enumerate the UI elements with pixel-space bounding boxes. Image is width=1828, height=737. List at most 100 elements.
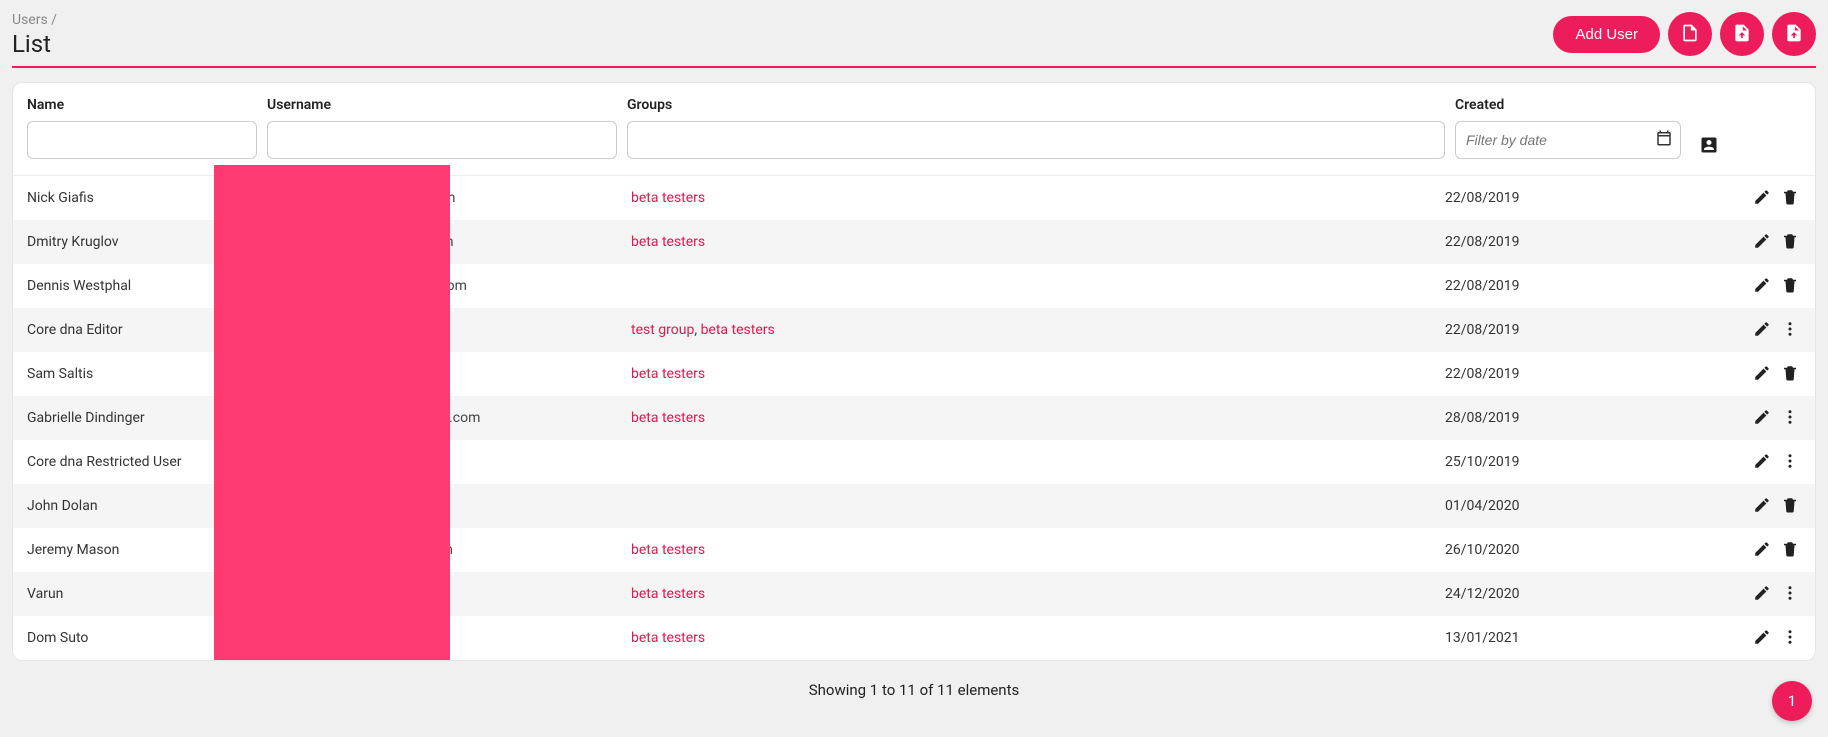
table-row: Core dna Editoreditor@coredna.comtest gr… xyxy=(13,308,1815,352)
cell-username: dom.suto@coredna.com xyxy=(257,616,617,660)
delete-icon[interactable] xyxy=(1779,494,1801,516)
edit-icon[interactable] xyxy=(1751,230,1773,252)
edit-icon[interactable] xyxy=(1751,406,1773,428)
cell-groups: beta testers xyxy=(617,528,1431,572)
edit-icon[interactable] xyxy=(1751,274,1773,296)
cell-groups: beta testers xyxy=(617,616,1431,660)
cell-groups xyxy=(617,484,1431,528)
delete-icon[interactable] xyxy=(1779,274,1801,296)
group-link[interactable]: beta testers xyxy=(631,366,705,382)
cell-username: dennis.westphal@coredna.com xyxy=(257,264,617,308)
edit-icon[interactable] xyxy=(1751,186,1773,208)
export-button-3[interactable] xyxy=(1772,12,1816,56)
calendar-icon[interactable] xyxy=(1655,129,1673,151)
column-header-name: Name xyxy=(27,97,257,113)
more-icon[interactable] xyxy=(1779,406,1801,428)
contact-card-icon xyxy=(1699,143,1719,159)
cell-name: Dennis Westphal xyxy=(13,264,257,308)
cell-actions xyxy=(1731,352,1815,396)
edit-icon[interactable] xyxy=(1751,318,1773,340)
delete-icon[interactable] xyxy=(1779,362,1801,384)
filter-username-input[interactable] xyxy=(267,121,617,159)
cell-groups: beta testers xyxy=(617,220,1431,264)
table-row: Dmitry Kruglovdmitry.kruglov@coredna.com… xyxy=(13,220,1815,264)
users-card: Name Username Groups Created xyxy=(12,82,1816,661)
edit-icon[interactable] xyxy=(1751,582,1773,604)
group-link[interactable]: test group xyxy=(631,322,694,338)
more-icon[interactable] xyxy=(1779,450,1801,472)
cell-groups: beta testers xyxy=(617,572,1431,616)
cell-name: Dmitry Kruglov xyxy=(13,220,257,264)
cell-name: Sam Saltis xyxy=(13,352,257,396)
more-icon[interactable] xyxy=(1779,626,1801,648)
table-row: Nick Giafisnicholas.giafis@coredna.com be… xyxy=(13,176,1815,220)
export-button-1[interactable] xyxy=(1668,12,1712,56)
cell-groups xyxy=(617,440,1431,484)
delete-icon[interactable] xyxy=(1779,186,1801,208)
table-row: Dom Sutodom.suto@coredna.combeta testers… xyxy=(13,616,1815,660)
edit-icon[interactable] xyxy=(1751,626,1773,648)
column-header-created: Created xyxy=(1455,97,1681,113)
header-divider xyxy=(12,66,1816,68)
edit-icon[interactable] xyxy=(1751,450,1773,472)
table-row: Sam Saltissam.saltis@coredna.com beta tes… xyxy=(13,352,1815,396)
cell-groups: beta testers xyxy=(617,396,1431,440)
cell-username: jeremy.mason@coredna.com xyxy=(257,528,617,572)
filter-name-input[interactable] xyxy=(27,121,257,159)
cell-actions xyxy=(1731,484,1815,528)
group-link[interactable]: beta testers xyxy=(631,410,705,426)
table-row: Core dna Restricted Userpublisher@coredn… xyxy=(13,440,1815,484)
delete-icon[interactable] xyxy=(1779,230,1801,252)
cell-created: 24/12/2020 xyxy=(1431,572,1731,616)
delete-icon[interactable] xyxy=(1779,538,1801,560)
group-link[interactable]: beta testers xyxy=(631,234,705,250)
filter-date-input[interactable] xyxy=(1455,121,1681,159)
file-icon xyxy=(1680,23,1700,46)
cell-created: 26/10/2020 xyxy=(1431,528,1731,572)
group-link[interactable]: beta testers xyxy=(631,586,705,602)
group-link[interactable]: beta testers xyxy=(631,630,705,646)
page-title: List xyxy=(12,30,57,58)
pagination-status: Showing 1 to 11 of 11 elements xyxy=(12,681,1816,699)
cell-created: 22/08/2019 xyxy=(1431,352,1731,396)
cell-name: Core dna Editor xyxy=(13,308,257,352)
cell-actions xyxy=(1731,440,1815,484)
cell-groups: test group, beta testers xyxy=(617,308,1431,352)
cell-username: john.dolan@coredna.com xyxy=(257,484,617,528)
file-upload-icon xyxy=(1784,23,1804,46)
cell-created: 22/08/2019 xyxy=(1431,308,1731,352)
more-icon[interactable] xyxy=(1779,318,1801,340)
group-link[interactable]: beta testers xyxy=(631,542,705,558)
table-row: Varunvarun@coredna.combeta testers24/12/… xyxy=(13,572,1815,616)
more-icon[interactable] xyxy=(1779,582,1801,604)
table-row: Gabrielle Dindingergabrielle.dindinger@c… xyxy=(13,396,1815,440)
cell-username: sam.saltis@coredna.com xyxy=(257,352,617,396)
add-user-button[interactable]: Add User xyxy=(1553,16,1660,53)
cell-name: Gabrielle Dindinger xyxy=(13,396,257,440)
column-header-username: Username xyxy=(267,97,617,113)
filter-groups-input[interactable] xyxy=(627,121,1445,159)
cell-created: 25/10/2019 xyxy=(1431,440,1731,484)
group-link[interactable]: beta testers xyxy=(631,190,705,206)
cell-actions xyxy=(1731,616,1815,660)
cell-name: Nick Giafis xyxy=(13,176,257,220)
cell-name: Core dna Restricted User xyxy=(13,440,257,484)
table-row: John Dolanjohn.dolan@coredna.com01/04/20… xyxy=(13,484,1815,528)
table-row: Jeremy Masonjeremy.mason@coredna.combeta… xyxy=(13,528,1815,572)
edit-icon[interactable] xyxy=(1751,362,1773,384)
breadcrumb[interactable]: Users / xyxy=(12,12,57,28)
page-indicator-fab[interactable]: 1 xyxy=(1772,681,1812,721)
cell-groups: beta testers xyxy=(617,352,1431,396)
edit-icon[interactable] xyxy=(1751,538,1773,560)
table-row: Dennis Westphaldennis.westphal@coredna.c… xyxy=(13,264,1815,308)
edit-icon[interactable] xyxy=(1751,494,1773,516)
export-button-2[interactable] xyxy=(1720,12,1764,56)
cell-username: nicholas.giafis@coredna.com xyxy=(257,176,617,220)
column-header-groups: Groups xyxy=(627,97,1445,113)
cell-actions xyxy=(1731,308,1815,352)
cell-created: 22/08/2019 xyxy=(1431,220,1731,264)
group-link[interactable]: beta testers xyxy=(701,322,775,338)
cell-username: dmitry.kruglov@coredna.com xyxy=(257,220,617,264)
cell-created: 28/08/2019 xyxy=(1431,396,1731,440)
cell-name: Varun xyxy=(13,572,257,616)
